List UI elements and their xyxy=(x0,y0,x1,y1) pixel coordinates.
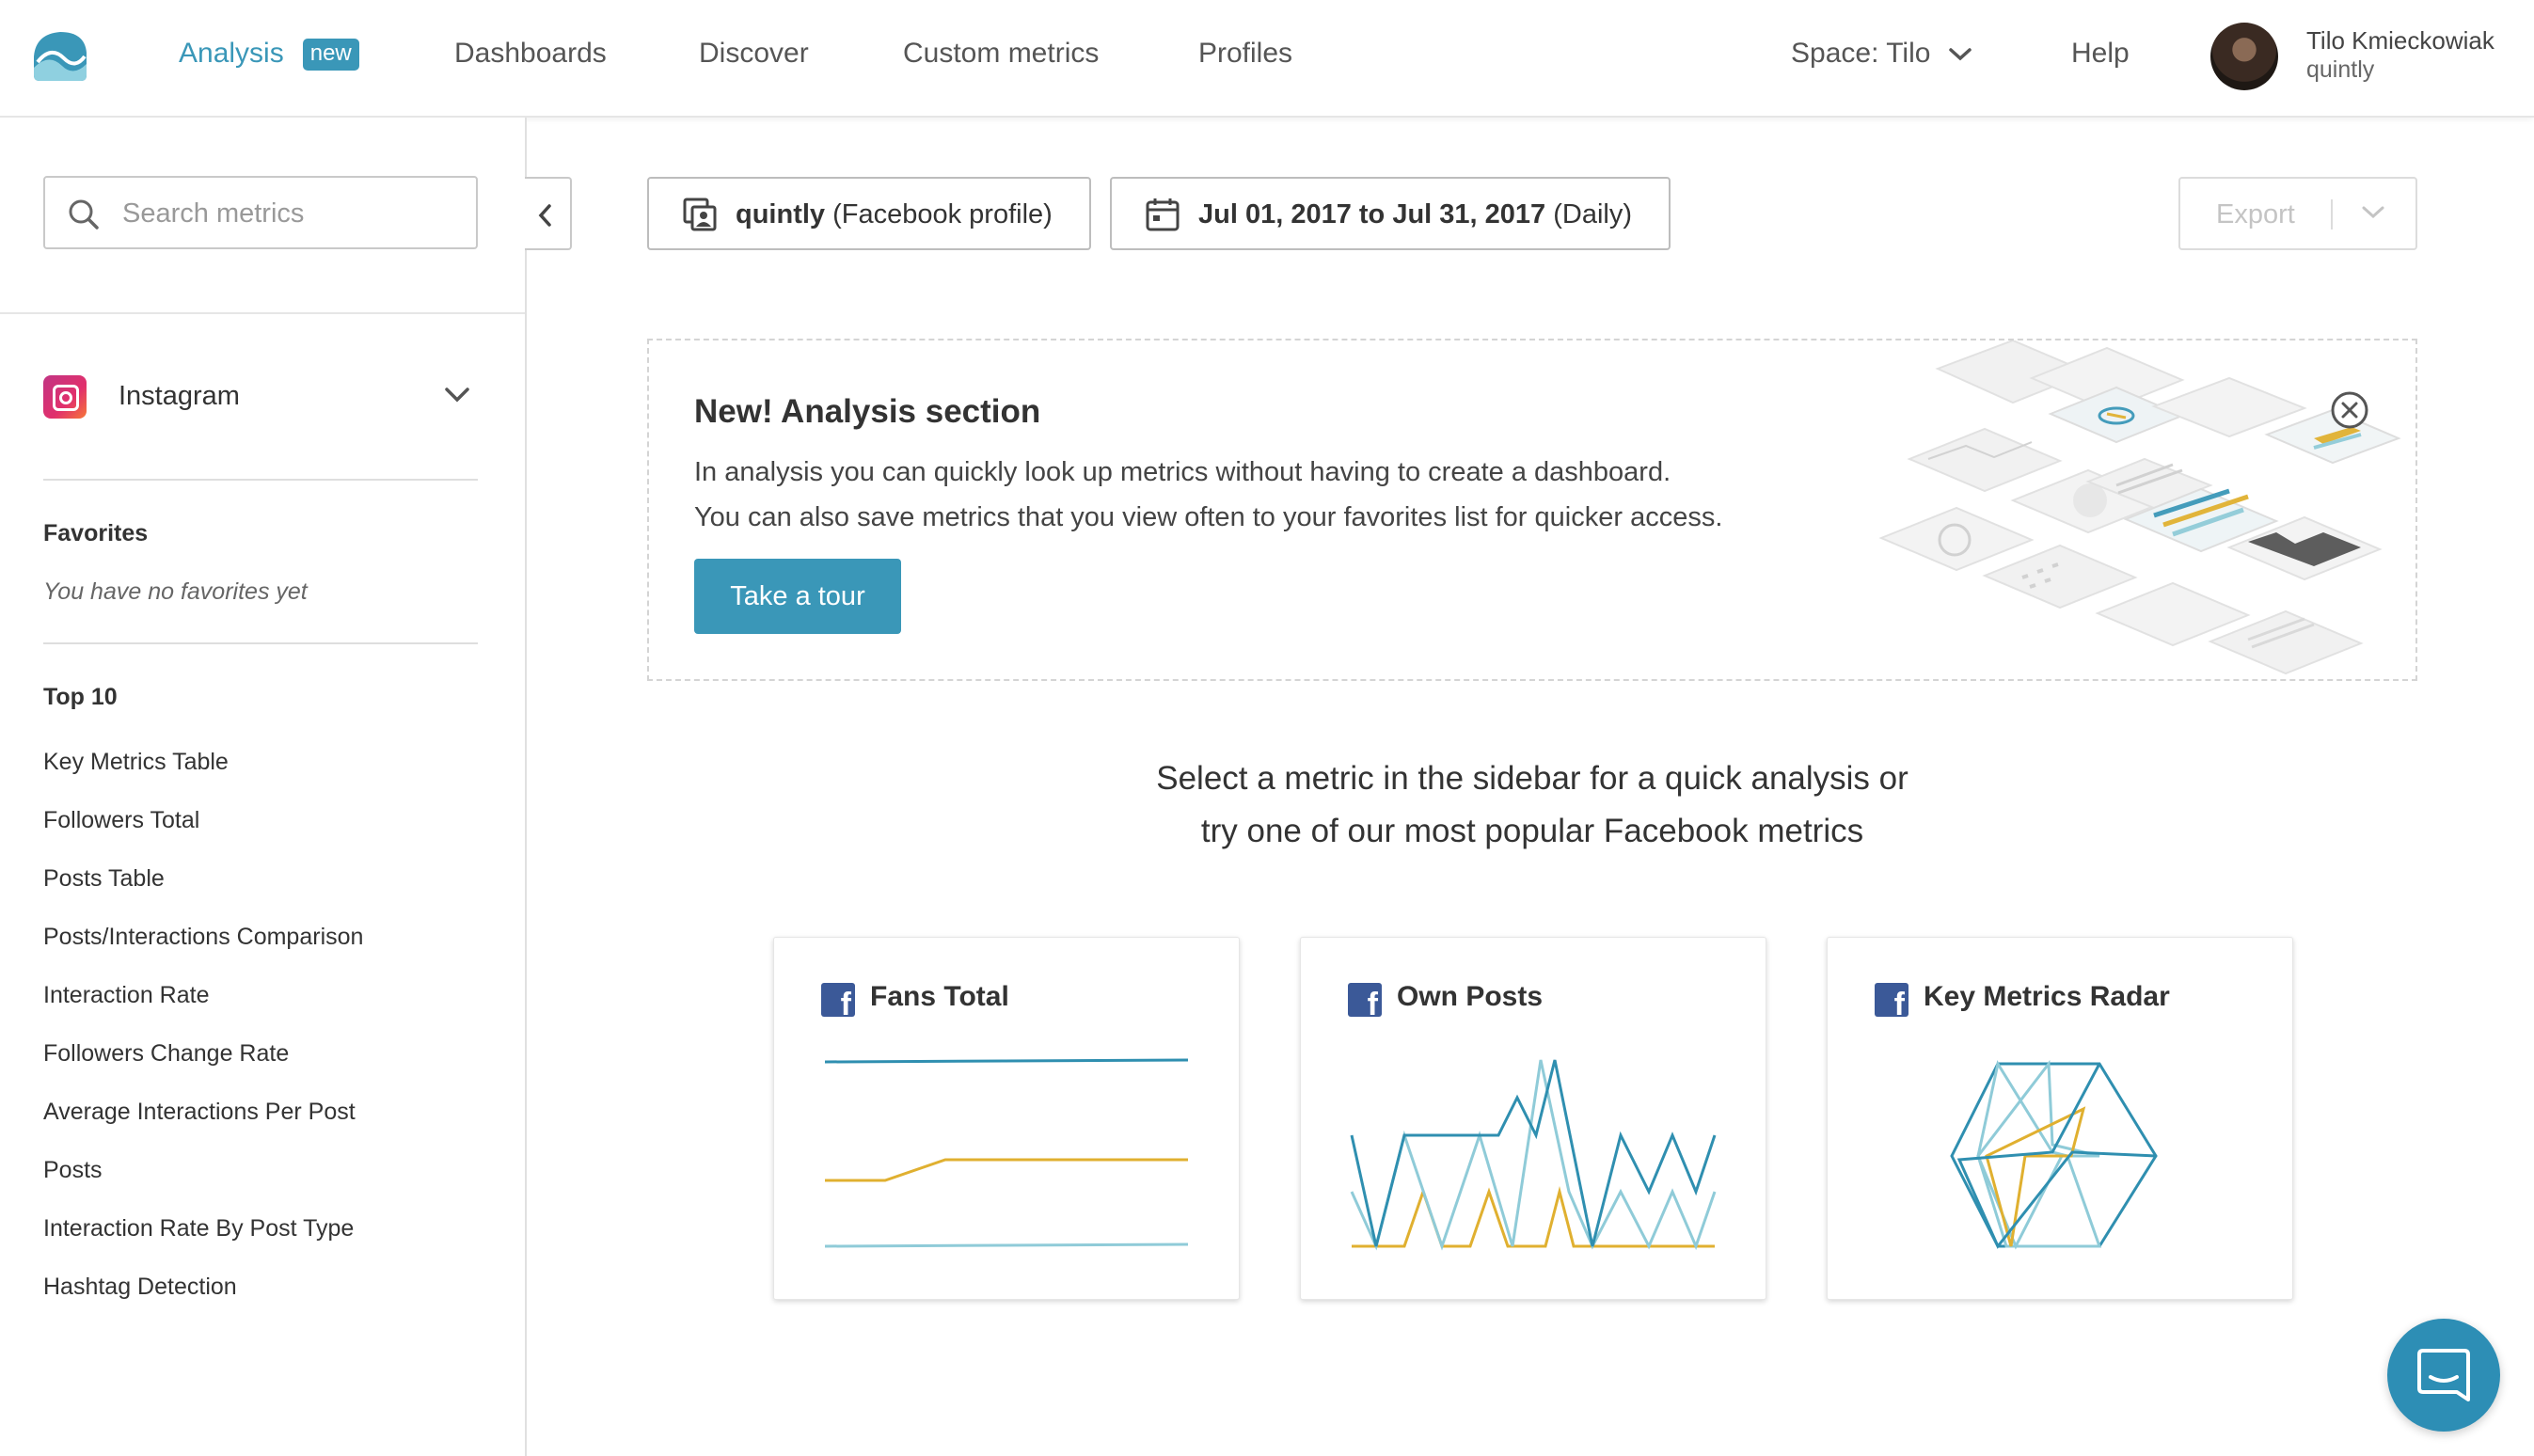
profile-pages-icon xyxy=(683,198,717,231)
nav-analysis[interactable]: Analysis new xyxy=(179,38,359,71)
profile-selector-button[interactable]: quintly (Facebook profile) xyxy=(647,177,1091,250)
calendar-icon xyxy=(1146,198,1180,231)
fans-total-thumbnail xyxy=(824,1058,1189,1248)
facebook-icon: f xyxy=(1875,983,1908,1017)
card-title: Own Posts xyxy=(1397,981,1544,1012)
search-icon xyxy=(69,199,99,229)
profile-type: (Facebook profile) xyxy=(832,199,1053,229)
analysis-intro-banner: New! Analysis section In analysis you ca… xyxy=(647,339,2417,681)
card-title: Key Metrics Radar xyxy=(1924,981,2170,1012)
nav-discover[interactable]: Discover xyxy=(699,38,809,70)
collapse-sidebar-button[interactable] xyxy=(525,177,572,250)
nav-dashboards[interactable]: Dashboards xyxy=(454,38,607,70)
network-label: Instagram xyxy=(119,381,240,411)
divider xyxy=(0,312,525,314)
user-organization: quintly xyxy=(2306,56,2375,83)
list-item[interactable]: Interaction Rate By Post Type xyxy=(43,1214,363,1273)
space-selector[interactable]: Space: Tilo xyxy=(1791,38,1972,70)
date-range-button[interactable]: Jul 01, 2017 to Jul 31, 2017 (Daily) xyxy=(1110,177,1671,250)
own-posts-thumbnail xyxy=(1350,1059,1717,1251)
chevron-left-icon xyxy=(538,204,551,227)
divider xyxy=(43,642,478,644)
divider xyxy=(43,479,478,481)
favorites-empty-note: You have no favorites yet xyxy=(43,578,308,605)
prompt-line: Select a metric in the sidebar for a qui… xyxy=(1156,760,1908,797)
user-avatar[interactable] xyxy=(2210,23,2278,90)
chevron-down-icon xyxy=(445,388,469,403)
profile-name: quintly xyxy=(736,199,826,229)
chevron-down-icon xyxy=(1949,48,1972,61)
metric-card-fans-total[interactable]: f Fans Total xyxy=(773,937,1240,1300)
list-item[interactable]: Posts xyxy=(43,1156,363,1214)
facebook-icon: f xyxy=(1348,983,1382,1017)
list-item[interactable]: Hashtag Detection xyxy=(43,1273,363,1331)
card-title: Fans Total xyxy=(870,981,1009,1012)
space-label: Space: Tilo xyxy=(1791,38,1931,69)
date-range: Jul 01, 2017 to Jul 31, 2017 xyxy=(1198,199,1546,229)
metric-card-key-metrics-radar[interactable]: f Key Metrics Radar xyxy=(1827,937,2293,1300)
banner-text-line: You can also save metrics that you view … xyxy=(694,502,1723,532)
banner-text-line: In analysis you can quickly look up metr… xyxy=(694,457,1671,487)
list-item[interactable]: Average Interactions Per Post xyxy=(43,1098,363,1156)
facebook-icon: f xyxy=(821,983,855,1017)
user-name[interactable]: Tilo Kmieckowiak xyxy=(2306,26,2494,55)
nav-help[interactable]: Help xyxy=(2071,38,2130,70)
list-item[interactable]: Followers Change Rate xyxy=(43,1039,363,1098)
export-label: Export xyxy=(2216,199,2295,229)
list-item[interactable]: Posts Table xyxy=(43,864,363,923)
network-selector[interactable]: Instagram xyxy=(43,370,478,422)
instagram-icon xyxy=(43,375,87,419)
divider xyxy=(2331,199,2333,229)
search-box[interactable] xyxy=(43,176,478,249)
banner-title: New! Analysis section xyxy=(694,393,1041,430)
metrics-sidebar: Instagram Favorites You have no favorite… xyxy=(0,118,527,1456)
take-tour-button[interactable]: Take a tour xyxy=(694,559,901,634)
date-interval: (Daily) xyxy=(1553,199,1633,229)
nav-analysis-label: Analysis xyxy=(179,38,284,69)
new-badge: new xyxy=(302,39,359,71)
nav-custom-metrics[interactable]: Custom metrics xyxy=(903,38,1099,70)
metric-card-own-posts[interactable]: f Own Posts xyxy=(1300,937,1766,1300)
chat-icon xyxy=(2417,1349,2470,1401)
top10-list: Key Metrics Table Followers Total Posts … xyxy=(43,748,363,1331)
list-item[interactable]: Interaction Rate xyxy=(43,981,363,1039)
quintly-logo-icon[interactable] xyxy=(30,28,90,83)
favorites-heading: Favorites xyxy=(43,520,149,546)
chat-launcher-button[interactable] xyxy=(2387,1319,2500,1432)
list-item[interactable]: Followers Total xyxy=(43,806,363,864)
top10-heading: Top 10 xyxy=(43,684,118,710)
top-navigation: Analysis new Dashboards Discover Custom m… xyxy=(0,0,2534,118)
search-input[interactable] xyxy=(120,191,463,236)
prompt-line: try one of our most popular Facebook met… xyxy=(1200,813,1864,849)
export-button[interactable]: Export xyxy=(2178,177,2417,250)
key-metrics-radar-thumbnail xyxy=(1950,1059,2158,1250)
list-item[interactable]: Posts/Interactions Comparison xyxy=(43,923,363,981)
close-icon[interactable] xyxy=(2329,389,2370,431)
nav-profiles[interactable]: Profiles xyxy=(1198,38,1292,70)
list-item[interactable]: Key Metrics Table xyxy=(43,748,363,806)
chevron-down-icon xyxy=(2362,206,2384,219)
